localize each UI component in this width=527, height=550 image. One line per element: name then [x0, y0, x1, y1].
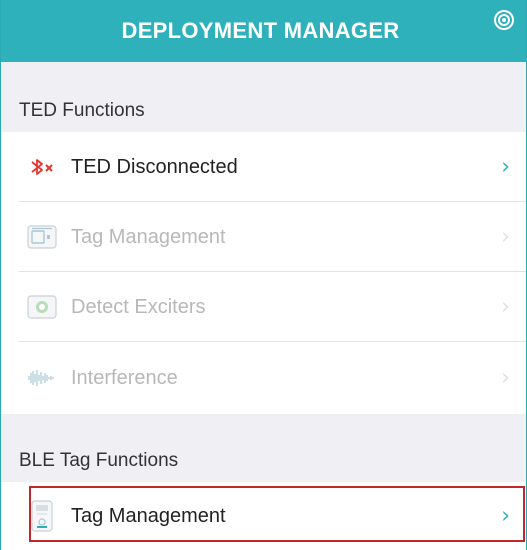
- section-header-ble-tag-functions: BLE Tag Functions: [1, 414, 526, 482]
- chevron-right-icon: ›: [501, 365, 510, 391]
- section-title: BLE Tag Functions: [19, 450, 179, 471]
- list-item-label: TED Disconnected: [71, 155, 238, 178]
- list-item-ble-tag-management[interactable]: Tag Management ›: [1, 482, 526, 550]
- chevron-right-icon: ›: [501, 154, 510, 180]
- page-title: DEPLOYMENT MANAGER: [121, 18, 400, 43]
- chevron-right-icon: ›: [501, 503, 510, 529]
- bluetooth-disconnected-icon: [27, 152, 57, 182]
- section-title: TED Functions: [19, 100, 145, 121]
- list-item-tag-management[interactable]: Tag Management ›: [1, 202, 526, 272]
- exciter-icon: [27, 292, 57, 322]
- list-item-label: Tag Management: [71, 504, 226, 527]
- app-header: DEPLOYMENT MANAGER: [1, 0, 526, 62]
- section-header-ted-functions: TED Functions: [1, 62, 526, 132]
- list-item-label: Tag Management: [71, 225, 226, 248]
- list-item-detect-exciters[interactable]: Detect Exciters ›: [1, 272, 526, 342]
- list-item-interference[interactable]: Interference ›: [1, 342, 526, 414]
- deployment-manager-screen: DEPLOYMENT MANAGER TED Functions TED Dis…: [0, 0, 527, 550]
- chevron-right-icon: ›: [501, 294, 510, 320]
- tag-device-icon: [27, 222, 57, 252]
- waveform-icon: [27, 363, 57, 393]
- list-item-label: Detect Exciters: [71, 295, 206, 318]
- settings-button[interactable]: [492, 8, 516, 32]
- ble-tag-icon: [27, 500, 57, 532]
- list-item-label: Interference: [71, 366, 178, 389]
- list-item-ted-disconnected[interactable]: TED Disconnected ›: [1, 132, 526, 202]
- chevron-right-icon: ›: [501, 224, 510, 250]
- gear-icon: [494, 10, 514, 30]
